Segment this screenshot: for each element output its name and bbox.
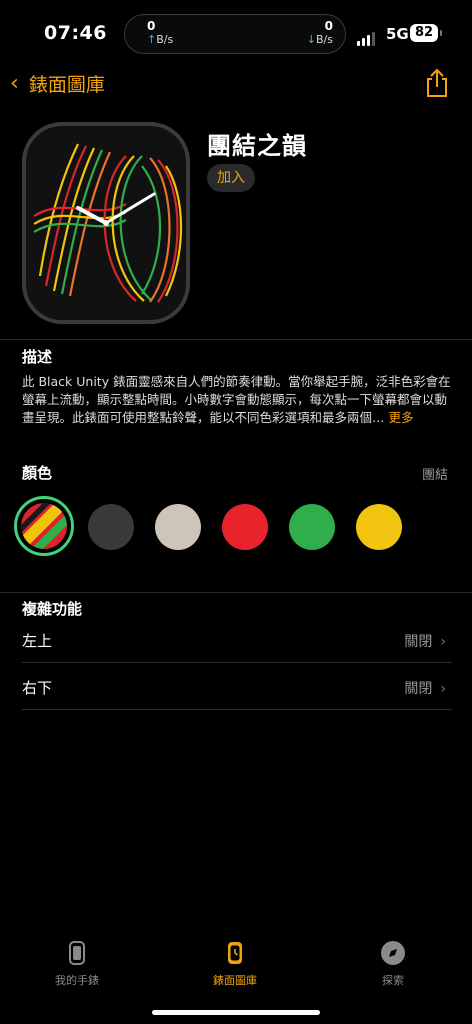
complication-row-top-left[interactable]: 左上 關閉 › xyxy=(0,618,472,662)
description-heading: 描述 xyxy=(22,348,53,366)
description-text: 此 Black Unity 錶面靈感來自人們的節奏律動。當你舉起手腕，泛非色彩會… xyxy=(22,374,451,425)
chevron-right-icon: › xyxy=(440,681,446,697)
share-button[interactable] xyxy=(424,68,450,98)
description-text-block: 此 Black Unity 錶面靈感來自人們的節奏律動。當你舉起手腕，泛非色彩會… xyxy=(22,373,452,427)
chevron-left-icon: ‹ xyxy=(10,70,19,96)
net-up-unit: B/s xyxy=(156,33,174,46)
add-button[interactable]: 加入 xyxy=(207,164,255,192)
network-type: 5G xyxy=(386,25,409,43)
battery-indicator: 82 xyxy=(410,24,442,42)
face-title: 團結之韻 xyxy=(207,132,307,160)
chevron-right-icon: › xyxy=(440,634,446,650)
complication-value-text: 關閉 xyxy=(404,681,433,697)
complication-value-text: 關閉 xyxy=(404,634,433,650)
tab-label: 錶面圖庫 xyxy=(213,974,257,987)
swatch-unity[interactable] xyxy=(21,503,67,549)
signal-icon xyxy=(357,27,377,46)
swatch-white[interactable] xyxy=(155,504,201,550)
swatch-black[interactable] xyxy=(88,504,134,550)
watch-face-icon xyxy=(180,940,290,966)
complication-label: 左上 xyxy=(22,632,53,650)
color-selected-name: 團結 xyxy=(421,468,448,483)
row-divider xyxy=(22,709,452,710)
tab-discover[interactable]: 探索 xyxy=(338,940,448,988)
complication-row-bottom-right[interactable]: 右下 關閉 › xyxy=(0,665,472,709)
tab-label: 我的手錶 xyxy=(55,974,99,987)
watch-icon xyxy=(22,940,132,966)
back-button[interactable]: ‹ 錶面圖庫 xyxy=(10,70,105,97)
complications-heading: 複雜功能 xyxy=(22,600,83,618)
complication-label: 右下 xyxy=(22,679,53,697)
back-label: 錶面圖庫 xyxy=(28,74,105,96)
tab-face-gallery[interactable]: 錶面圖庫 xyxy=(180,940,290,988)
watch-face-preview[interactable] xyxy=(22,122,190,324)
color-heading: 顏色 xyxy=(22,464,53,482)
share-icon xyxy=(427,68,447,97)
complication-value: 關閉 › xyxy=(404,678,446,698)
divider xyxy=(0,339,472,340)
swatch-green[interactable] xyxy=(289,504,335,550)
download-arrow-icon: ↓ xyxy=(306,33,317,46)
more-link[interactable]: 更多 xyxy=(389,410,414,425)
dynamic-island: 0 ↑B/s 0 ↓B/s xyxy=(124,14,346,54)
unity-face-art xyxy=(33,143,183,303)
net-upload: 0 ↑B/s xyxy=(147,19,174,47)
home-indicator[interactable] xyxy=(152,1010,320,1015)
upload-arrow-icon: ↑ xyxy=(147,33,157,46)
complication-value: 關閉 › xyxy=(404,631,446,651)
swatch-yellow[interactable] xyxy=(356,504,402,550)
net-down-unit: B/s xyxy=(316,33,333,46)
status-time: 07:46 xyxy=(44,22,107,44)
compass-icon xyxy=(338,940,448,966)
tab-my-watch[interactable]: 我的手錶 xyxy=(22,940,132,988)
row-divider xyxy=(22,662,452,663)
net-down-value: 0 xyxy=(324,19,333,33)
divider xyxy=(0,592,472,593)
net-download: 0 ↓B/s xyxy=(306,19,333,47)
net-up-value: 0 xyxy=(147,19,156,33)
tab-label: 探索 xyxy=(382,974,404,987)
swatch-red[interactable] xyxy=(222,504,268,550)
unity-stripes-icon xyxy=(21,503,67,549)
